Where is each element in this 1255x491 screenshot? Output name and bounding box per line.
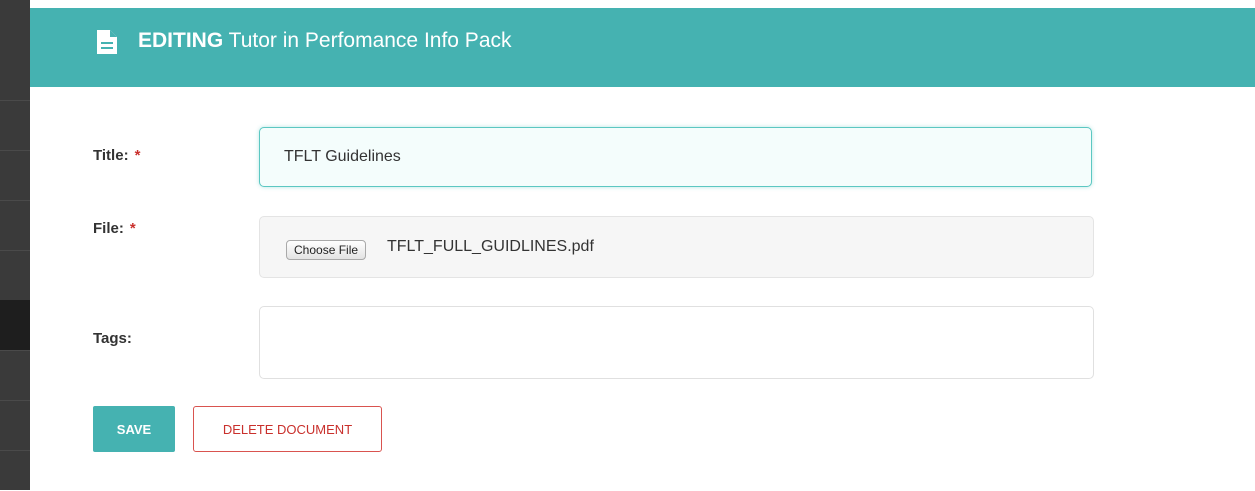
top-gap: [30, 0, 1255, 8]
tags-label-text: Tags:: [93, 330, 132, 347]
delete-document-button[interactable]: DELETE DOCUMENT: [193, 406, 382, 452]
tags-label: Tags:: [93, 330, 132, 347]
required-marker: *: [129, 220, 136, 237]
choose-file-button[interactable]: Choose File: [286, 240, 367, 260]
sidebar-item[interactable]: [0, 400, 30, 451]
page-header: EDITING Tutor in Perfomance Info Pack: [30, 8, 1255, 87]
save-button[interactable]: SAVE: [93, 406, 175, 452]
sidebar-item[interactable]: [0, 150, 30, 201]
page-title: EDITING Tutor in Perfomance Info Pack: [138, 27, 512, 55]
sidebar-item[interactable]: [0, 250, 30, 301]
document-name: Tutor in Perfomance Info Pack: [228, 29, 512, 52]
editing-prefix: EDITING: [138, 29, 224, 52]
file-label: File: *: [93, 220, 136, 237]
sidebar-item[interactable]: [0, 200, 30, 251]
document-icon: [97, 30, 117, 59]
title-input[interactable]: [259, 127, 1092, 187]
sidebar-item[interactable]: [0, 450, 30, 491]
title-label: Title: *: [93, 147, 140, 164]
sidebar-item[interactable]: [0, 350, 30, 401]
file-field: Choose File TFLT_FULL_GUIDLINES.pdf: [259, 216, 1094, 278]
tags-input[interactable]: [259, 306, 1094, 379]
sidebar-strip: [0, 0, 30, 490]
sidebar-item-active[interactable]: [0, 300, 30, 350]
file-label-text: File:: [93, 220, 124, 237]
title-label-text: Title:: [93, 147, 129, 164]
required-marker: *: [134, 147, 141, 164]
selected-file-name: TFLT_FULL_GUIDLINES.pdf: [387, 238, 594, 255]
sidebar-item[interactable]: [0, 100, 30, 151]
